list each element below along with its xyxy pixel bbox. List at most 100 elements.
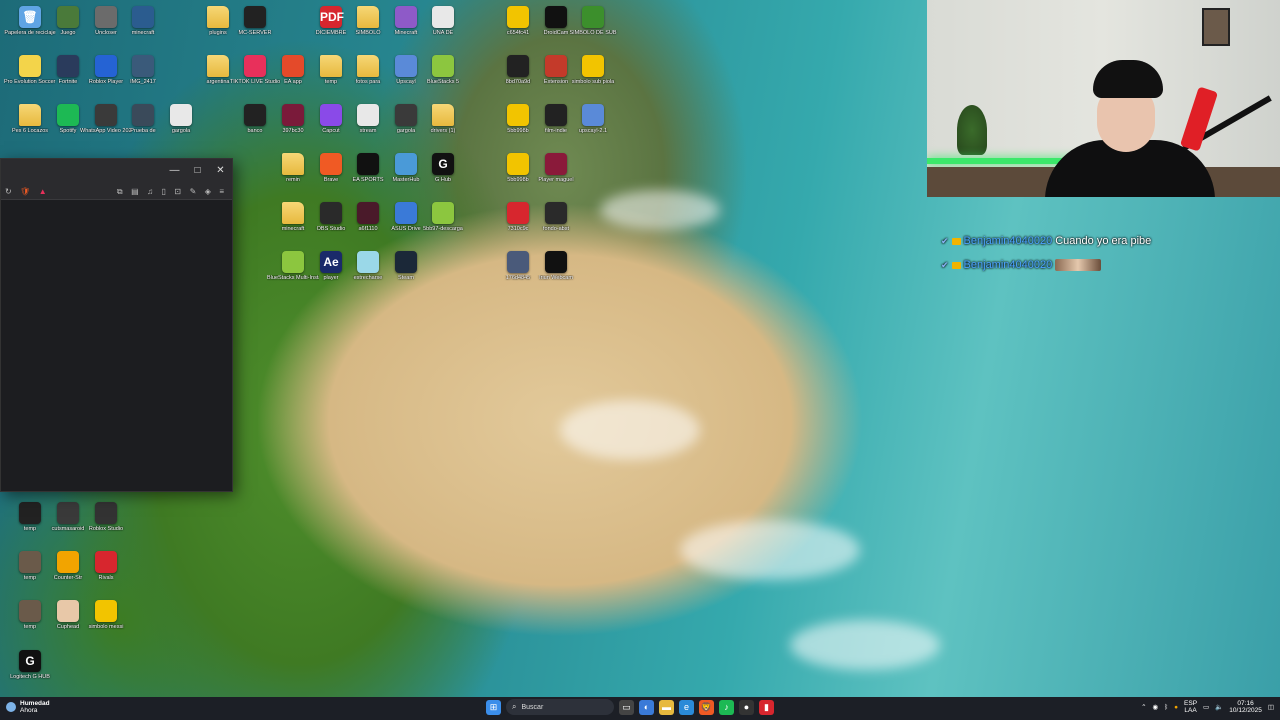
weather-icon [6, 702, 16, 712]
search-box[interactable]: ⌕ Buscar [506, 699, 614, 715]
task-view-button[interactable]: ▭ [619, 699, 634, 715]
desktop-icon[interactable]: Player maguel [530, 151, 582, 199]
app-icon [395, 55, 417, 77]
brave-rewards-icon[interactable]: ▲ [39, 187, 47, 196]
app-icon [582, 55, 604, 77]
desktop-icon-label: simbolo messi [88, 624, 124, 630]
app-icon [19, 104, 41, 126]
screenshot-icon[interactable]: ⊡ [174, 187, 181, 196]
app-icon [395, 104, 417, 126]
copilot-button[interactable]: ◐ [639, 699, 654, 715]
tabs-icon[interactable]: ⧉ [117, 187, 123, 196]
app-icon [95, 55, 117, 77]
app-icon [357, 202, 379, 224]
app-icon [357, 251, 379, 273]
chevron-up-icon[interactable]: ⌃ [1141, 703, 1146, 711]
app-icon [582, 6, 604, 28]
mic-tray-icon[interactable]: ● [1174, 704, 1178, 711]
brave-shield-icon[interactable]: 🛡 [20, 187, 30, 196]
vpn-icon[interactable]: ◈ [205, 187, 211, 196]
weather-widget[interactable]: Humedad Ahora [6, 700, 50, 714]
minimize-button[interactable]: — [163, 165, 186, 176]
panel-icon[interactable]: ▯ [162, 187, 166, 196]
start-button[interactable]: ⊞ [486, 699, 501, 715]
music-icon[interactable]: ♫ [147, 187, 153, 196]
desktop-icon[interactable]: MC-SERVER [229, 4, 281, 52]
desktop-icon[interactable]: drivers (1) [417, 102, 469, 150]
browser-titlebar[interactable]: — □ ✕ [1, 159, 232, 181]
desktop-icon[interactable]: UNA DE [417, 4, 469, 52]
monitor-icon[interactable]: ▭ [1203, 703, 1209, 711]
app-icon [57, 6, 79, 28]
desktop-icon[interactable]: Steam [380, 249, 432, 297]
desktop-icon[interactable]: G G Hub [417, 151, 469, 199]
sidebar-icon[interactable]: ▤ [131, 187, 139, 196]
desktop-icon-label: 5bb97-descarga [423, 226, 463, 232]
clock-date: 10/12/2025 [1229, 707, 1262, 714]
obs-button[interactable]: ● [739, 699, 754, 715]
app-icon [19, 55, 41, 77]
desktop-icon[interactable]: Rivals [80, 549, 132, 597]
app-icon [507, 104, 529, 126]
app-icon [207, 55, 229, 77]
app-icon [57, 600, 79, 622]
app-icon [282, 153, 304, 175]
desktop-icon[interactable]: SIMBOLO DE SUB [567, 4, 619, 52]
app-icon [282, 104, 304, 126]
desktop-icon[interactable]: Iriun Webcam [530, 249, 582, 297]
desktop-icon[interactable]: IMG_2417 [117, 53, 169, 101]
wave-foam [680, 520, 860, 580]
desktop-icon[interactable]: BlueStacks 5 [417, 53, 469, 101]
app-icon [395, 6, 417, 28]
browser-toolbar: ↻ 🛡 ▲ ⧉ ▤ ♫ ▯ ⊡ ✎ ◈ ≡ [1, 181, 232, 200]
spotify-button[interactable]: ♪ [719, 699, 734, 715]
close-button[interactable]: ✕ [209, 165, 232, 176]
system-tray: ⌃ ◉ ᛒ ● ESP LAA ▭ 🔈 07:16 10/12/2025 ◫ [1141, 700, 1274, 714]
app-icon [95, 551, 117, 573]
brave-button[interactable]: 🦁 [699, 699, 714, 715]
desktop-icon[interactable]: G Logitech G HUB [4, 648, 56, 696]
app-icon [582, 104, 604, 126]
notifications-icon[interactable]: ◫ [1268, 703, 1274, 711]
app-icon [244, 104, 266, 126]
reload-icon[interactable]: ↻ [5, 187, 12, 196]
edit-icon[interactable]: ✎ [190, 187, 197, 196]
app-icon [357, 55, 379, 77]
desktop-icon[interactable]: Roblox Studio [80, 500, 132, 548]
desktop-icon[interactable]: fondo-abst [530, 200, 582, 248]
desktop-icon[interactable]: upscayl-2.1 [567, 102, 619, 150]
browser-window[interactable]: — □ ✕ ↻ 🛡 ▲ ⧉ ▤ ♫ ▯ ⊡ ✎ ◈ ≡ [0, 158, 233, 492]
volume-icon[interactable]: 🔈 [1215, 703, 1223, 711]
desktop-icon[interactable]: gargola [155, 102, 207, 150]
desktop-icon[interactable]: simbolo sub piola [567, 53, 619, 101]
language-indicator[interactable]: ESP LAA [1184, 700, 1197, 714]
app-icon: PDF [320, 6, 344, 28]
edge-button[interactable]: e [679, 699, 694, 715]
menu-icon[interactable]: ≡ [219, 187, 224, 196]
app-icon [95, 600, 117, 622]
maximize-button[interactable]: □ [186, 165, 209, 176]
file-explorer-button[interactable]: ▬ [659, 699, 674, 715]
bluetooth-icon[interactable]: ᛒ [1164, 704, 1168, 711]
clock[interactable]: 07:16 10/12/2025 [1229, 700, 1262, 714]
desktop-icon-label: G Hub [435, 177, 451, 183]
app-icon [132, 104, 154, 126]
sub-badge-icon [951, 237, 961, 245]
browser-content[interactable] [1, 200, 232, 491]
desktop-icon[interactable]: 5bb97-descarga [417, 200, 469, 248]
app-icon [95, 502, 117, 524]
clock-time: 07:16 [1237, 700, 1254, 707]
chat-message: ✔ Benjamin4040020 Cuando yo era pibe [941, 235, 1151, 247]
app-icon: 🗑 [19, 6, 41, 28]
chat-emote-icon [1055, 259, 1102, 271]
keyboard-layout: LAA [1184, 707, 1197, 714]
app-icon [320, 55, 342, 77]
network-tray-icon[interactable]: ◉ [1153, 703, 1159, 711]
app-icon [545, 104, 567, 126]
language-code: ESP [1184, 700, 1198, 707]
desktop-icon[interactable]: minecraft [117, 4, 169, 52]
desktop-icon-label: Steam [398, 275, 414, 281]
desktop-icon[interactable]: simbolo messi [80, 598, 132, 646]
screen-recorder-button[interactable]: ▮ [759, 699, 774, 715]
weather-subtitle: Ahora [20, 707, 38, 714]
